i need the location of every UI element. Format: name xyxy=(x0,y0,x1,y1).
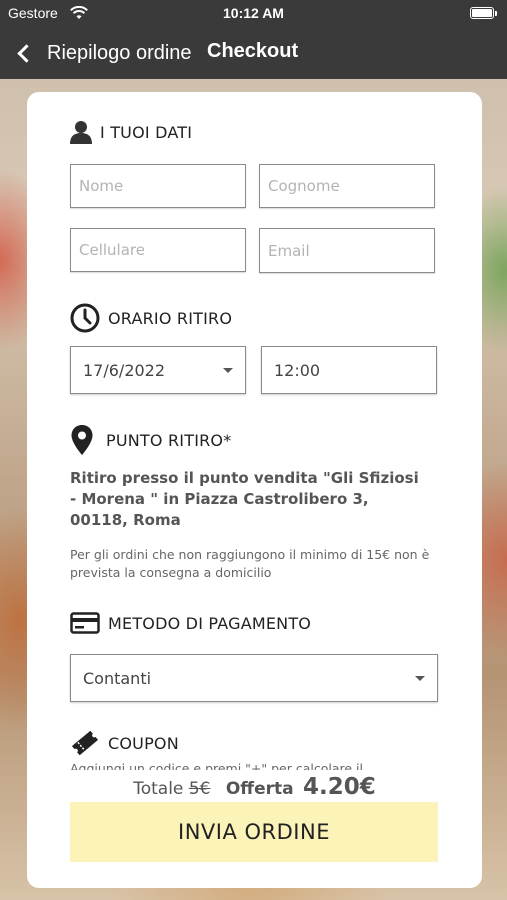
credit-card-icon xyxy=(70,612,100,634)
chevron-down-icon xyxy=(415,676,425,681)
section-title: METODO DI PAGAMENTO xyxy=(108,613,312,633)
total-label: Totale xyxy=(133,779,184,799)
section-title: I TUOI DATI xyxy=(100,122,193,142)
status-bar: Gestore 10:12 AM xyxy=(0,0,507,27)
back-button[interactable]: Riepilogo ordine xyxy=(14,39,192,67)
page-title: Checkout xyxy=(207,40,299,62)
phone-input[interactable] xyxy=(71,229,245,271)
clock-icon xyxy=(70,303,100,333)
section-coupon: COUPON xyxy=(70,730,179,756)
original-price: 5€ xyxy=(188,779,211,799)
pickup-date-select[interactable]: 17/6/2022 xyxy=(70,346,246,394)
offer-label: Offerta xyxy=(225,779,294,799)
clock-time: 10:12 AM xyxy=(223,5,284,21)
pickup-time-value: 12:00 xyxy=(274,360,321,380)
order-total: Totale 5€ Offerta 4.20€ xyxy=(27,774,482,800)
last-name-field[interactable] xyxy=(259,164,435,208)
minimum-order-note: Per gli ordini che non raggiungono il mi… xyxy=(70,547,430,580)
phone-field[interactable] xyxy=(70,228,246,272)
section-pickup-point: PUNTO RITIRO* xyxy=(70,424,231,456)
payment-method-value: Contanti xyxy=(83,668,152,688)
chevron-down-icon xyxy=(223,368,233,373)
navigation-bar: Riepilogo ordine Checkout xyxy=(0,27,507,79)
battery-icon xyxy=(470,7,497,19)
back-label: Riepilogo ordine xyxy=(47,41,192,64)
section-payment: METODO DI PAGAMENTO xyxy=(70,612,311,634)
last-name-input[interactable] xyxy=(260,165,434,207)
pickup-address: Ritiro presso il punto vendita "Gli Sfiz… xyxy=(70,469,419,529)
section-personal-data: I TUOI DATI xyxy=(70,120,192,144)
pickup-date-value: 17/6/2022 xyxy=(83,360,166,380)
chevron-left-icon xyxy=(17,43,36,63)
pickup-time-field[interactable]: 12:00 xyxy=(261,346,437,394)
email-field[interactable] xyxy=(259,228,435,273)
first-name-field[interactable] xyxy=(70,164,246,208)
section-title: ORARIO RITIRO xyxy=(108,308,233,328)
submit-order-button[interactable]: INVIA ORDINE xyxy=(70,802,438,862)
section-pickup-time: ORARIO RITIRO xyxy=(70,303,232,333)
offer-price: 4.20€ xyxy=(303,774,376,800)
location-pin-icon xyxy=(70,424,94,456)
first-name-input[interactable] xyxy=(71,165,245,207)
ticket-icon xyxy=(70,730,100,756)
email-input[interactable] xyxy=(260,229,434,272)
checkout-card: I TUOI DATI ORARIO RITIRO 17/6/2022 12:0… xyxy=(27,92,482,888)
section-title: COUPON xyxy=(108,733,179,753)
section-title: PUNTO RITIRO* xyxy=(106,430,232,450)
coupon-description: Aggiungi un codice e premi "+" per calco… xyxy=(70,761,363,770)
user-icon xyxy=(70,120,92,144)
payment-method-select[interactable]: Contanti xyxy=(70,654,438,702)
